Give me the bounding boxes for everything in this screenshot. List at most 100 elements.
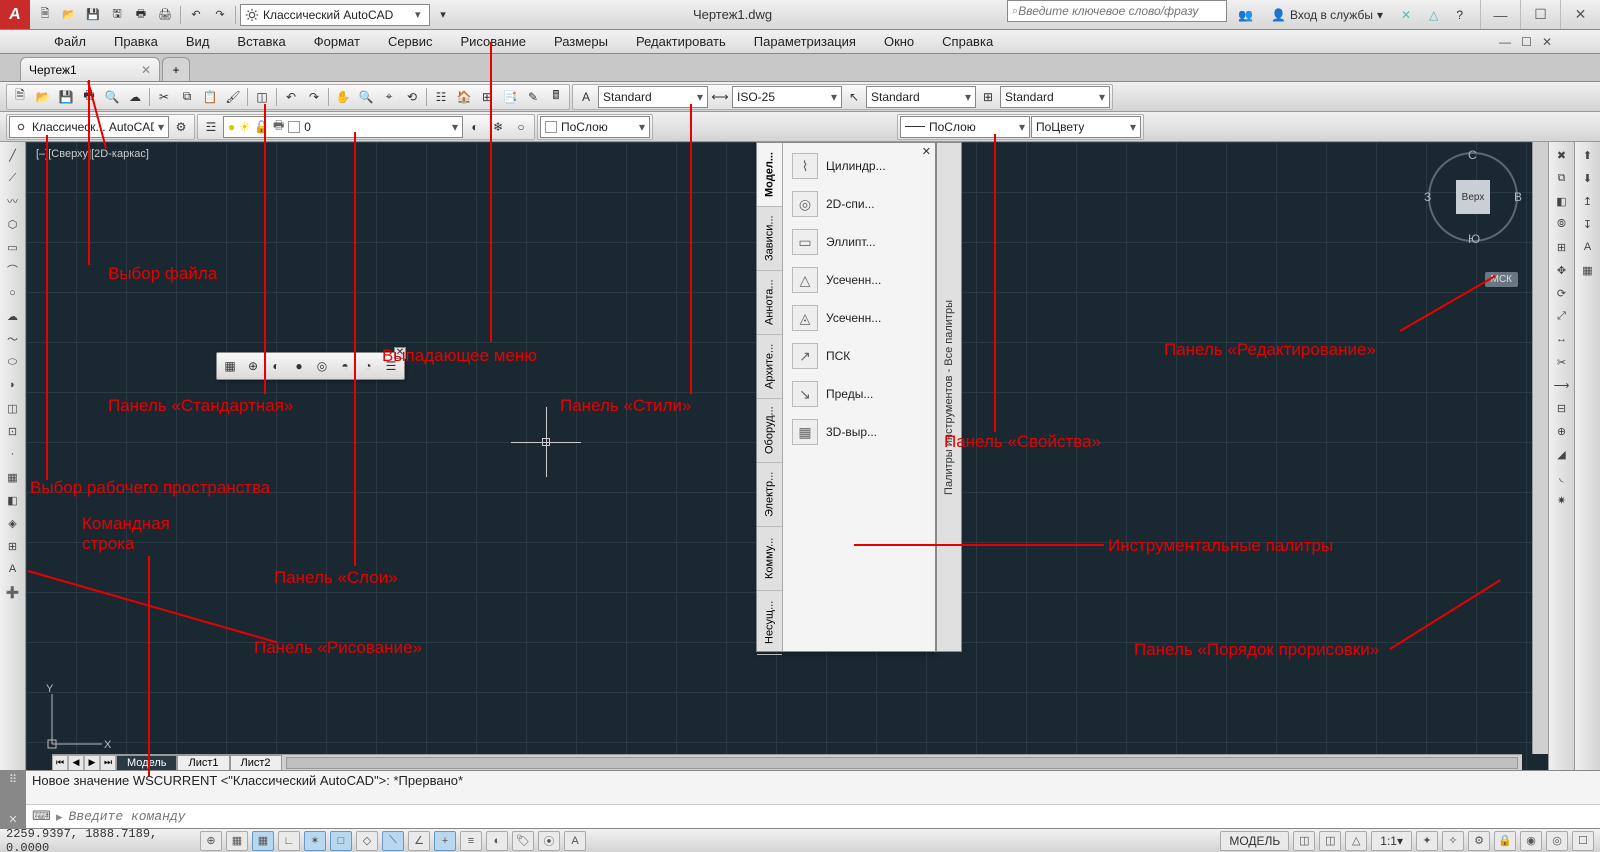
- qat-dropdown[interactable]: ▾: [432, 4, 454, 26]
- palette-item[interactable]: ◬Усеченн...: [785, 299, 933, 337]
- workspace-combo[interactable]: Классическ... AutoCAD▾: [9, 116, 169, 138]
- layer-isolate-icon[interactable]: ◐: [464, 116, 486, 138]
- menu-view[interactable]: Вид: [172, 30, 224, 53]
- close-icon[interactable]: ✕: [394, 347, 406, 359]
- rotate-icon[interactable]: ⟳: [1551, 282, 1573, 304]
- cmd-input[interactable]: [69, 809, 1594, 824]
- sb-osnap[interactable]: □: [330, 831, 352, 851]
- ellipsearc-icon[interactable]: ◗: [2, 374, 24, 396]
- cmd-prompt[interactable]: ⌨ ▸: [26, 804, 1600, 828]
- color-combo[interactable]: ПоСлою▾: [540, 116, 650, 138]
- minimize-button[interactable]: —: [1480, 0, 1520, 29]
- exchange-icon[interactable]: ✕: [1394, 4, 1418, 26]
- menu-tools[interactable]: Сервис: [374, 30, 447, 53]
- addselect-icon[interactable]: ➕: [2, 581, 24, 603]
- hscrollbar[interactable]: [286, 757, 1518, 769]
- viewcube-w[interactable]: З: [1424, 190, 1431, 204]
- arc-icon[interactable]: ⌒: [2, 259, 24, 281]
- ellipse-icon[interactable]: ⬭: [2, 351, 24, 373]
- palette-item[interactable]: ▭Эллипт...: [785, 223, 933, 261]
- block-icon[interactable]: ◫: [251, 86, 273, 108]
- sb-quickview2[interactable]: ◫: [1319, 831, 1341, 851]
- dimstyle-combo[interactable]: ISO-25▾: [732, 86, 842, 108]
- sb-isolate[interactable]: ◎: [1546, 831, 1568, 851]
- viewcube-n[interactable]: С: [1468, 148, 1477, 162]
- pan-icon[interactable]: ✋: [332, 86, 354, 108]
- close-button[interactable]: ✕: [1560, 0, 1600, 29]
- palette-tab-arch[interactable]: Архите...: [757, 335, 782, 399]
- viewcube-top[interactable]: Верх: [1456, 180, 1490, 214]
- infocenter-icon[interactable]: 👥: [1231, 4, 1260, 26]
- tab-first[interactable]: ⏮: [52, 755, 68, 771]
- ucs-badge[interactable]: МСК: [1485, 272, 1518, 287]
- mleader-combo[interactable]: Standard▾: [866, 86, 976, 108]
- menu-window[interactable]: Окно: [870, 30, 928, 53]
- gradient-icon[interactable]: ◧: [2, 489, 24, 511]
- mirror-icon[interactable]: ◧: [1551, 190, 1573, 212]
- mdi-max[interactable]: ☐: [1517, 35, 1536, 49]
- revcloud-icon[interactable]: ☁: [2, 305, 24, 327]
- hatch-icon[interactable]: ▦: [2, 466, 24, 488]
- palette-item[interactable]: ↘Преды...: [785, 375, 933, 413]
- vs-shadedge-icon[interactable]: ◔: [357, 355, 379, 377]
- menu-draw[interactable]: Рисование: [446, 30, 539, 53]
- vs-hidden-icon[interactable]: ◐: [265, 355, 287, 377]
- lineweight-combo[interactable]: ПоСлою▾: [900, 116, 1030, 138]
- close-icon[interactable]: ✕: [141, 63, 151, 77]
- join-icon[interactable]: ⊕: [1551, 420, 1573, 442]
- cut-icon[interactable]: ✂: [153, 86, 175, 108]
- paste-icon[interactable]: 📋: [199, 86, 221, 108]
- tablestyle-icon[interactable]: ⊞: [977, 86, 999, 108]
- menu-parametric[interactable]: Параметризация: [740, 30, 870, 53]
- saveas-icon[interactable]: 🖫: [106, 4, 128, 26]
- tab-next[interactable]: ▶: [84, 755, 100, 771]
- xline-icon[interactable]: ⟋: [2, 167, 24, 189]
- menu-help[interactable]: Справка: [928, 30, 1007, 53]
- tp-icon[interactable]: ⊞: [476, 86, 498, 108]
- viewcube[interactable]: Верх С Ю В З: [1428, 152, 1518, 242]
- undo-icon[interactable]: ↶: [280, 86, 302, 108]
- sb-lwt[interactable]: ≡: [460, 831, 482, 851]
- sb-ducs[interactable]: ∠: [408, 831, 430, 851]
- qcalc-icon[interactable]: 🖩: [545, 86, 567, 108]
- fillet-icon[interactable]: ◟: [1551, 466, 1573, 488]
- sb-ws[interactable]: ⚙: [1468, 831, 1490, 851]
- layer-manager-icon[interactable]: ☲: [200, 116, 222, 138]
- insert-icon[interactable]: ◫: [2, 397, 24, 419]
- sb-lock[interactable]: 🔒: [1494, 831, 1516, 851]
- palette-titlebar[interactable]: Палитры инструментов - Все палитры: [936, 142, 962, 652]
- sendback-icon[interactable]: ⬇: [1577, 167, 1599, 189]
- sb-annoscale[interactable]: △: [1345, 831, 1367, 851]
- palette-item[interactable]: ↗ПСК: [785, 337, 933, 375]
- zoom-prev-icon[interactable]: ⟲: [401, 86, 423, 108]
- vs-shaded-icon[interactable]: ◓: [334, 355, 356, 377]
- ssm-icon[interactable]: 📑: [499, 86, 521, 108]
- print-icon[interactable]: 🖶: [130, 4, 152, 26]
- viewcube-s[interactable]: Ю: [1468, 232, 1480, 246]
- erase-icon[interactable]: ✖: [1551, 144, 1573, 166]
- undo-icon[interactable]: ↶: [185, 4, 207, 26]
- drawing-canvas[interactable]: [–][Сверху][2D-каркас] ▦ ⊕ ◐ ● ◎ ◓ ◔ ☰ ✕…: [26, 142, 1548, 770]
- signin-button[interactable]: 👤 Вход в службы ▾: [1264, 4, 1390, 26]
- copy-icon[interactable]: ⧉: [1551, 167, 1573, 189]
- mleader-icon[interactable]: ↖: [843, 86, 865, 108]
- textstyle-icon[interactable]: A: [575, 86, 597, 108]
- sb-otrack[interactable]: ⟍: [382, 831, 404, 851]
- sb-annovisible[interactable]: ✦: [1416, 831, 1438, 851]
- new-icon[interactable]: 🗎: [9, 86, 31, 108]
- zoom-win-icon[interactable]: ⌖: [378, 86, 400, 108]
- layout-2[interactable]: Лист2: [230, 755, 282, 771]
- sb-am[interactable]: A: [564, 831, 586, 851]
- bringabove-icon[interactable]: ↥: [1577, 190, 1599, 212]
- hatchback-icon[interactable]: ▦: [1577, 259, 1599, 281]
- layout-model[interactable]: Модель: [116, 755, 177, 771]
- chamfer-icon[interactable]: ◢: [1551, 443, 1573, 465]
- copy-icon[interactable]: ⧉: [176, 86, 198, 108]
- table-icon[interactable]: ⊞: [2, 535, 24, 557]
- rectangle-icon[interactable]: ▭: [2, 236, 24, 258]
- trim-icon[interactable]: ✂: [1551, 351, 1573, 373]
- menu-edit[interactable]: Правка: [100, 30, 172, 53]
- match-icon[interactable]: 🖌: [222, 86, 244, 108]
- markup-icon[interactable]: ✎: [522, 86, 544, 108]
- menu-insert[interactable]: Вставка: [223, 30, 299, 53]
